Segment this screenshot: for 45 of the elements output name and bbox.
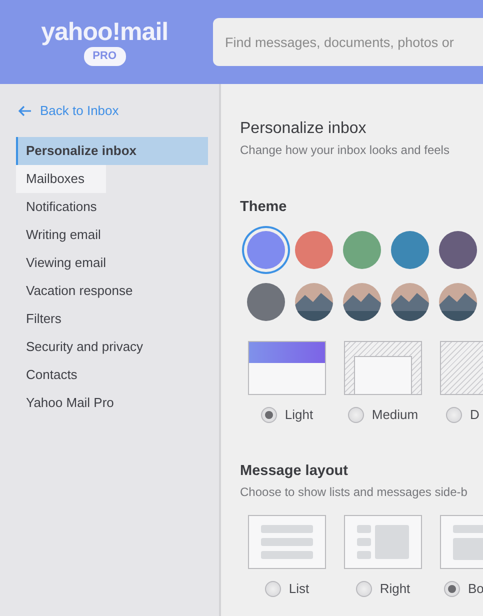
sidebar-item[interactable]: Personalize inbox xyxy=(16,137,208,165)
right-layout-preview[interactable] xyxy=(344,515,422,569)
list-layout-preview[interactable] xyxy=(248,515,326,569)
theme-photo-swatch[interactable] xyxy=(295,282,333,321)
theme-photo-swatch[interactable] xyxy=(391,282,429,321)
sidebar-item[interactable]: Viewing email xyxy=(16,249,219,277)
radio-button[interactable] xyxy=(356,580,372,597)
theme-swatch[interactable] xyxy=(247,230,285,269)
pro-badge: PRO xyxy=(84,47,126,66)
radio-button[interactable] xyxy=(444,580,460,597)
theme-swatch[interactable] xyxy=(295,230,333,269)
radio-button[interactable] xyxy=(446,406,462,422)
sidebar-item[interactable]: Notifications xyxy=(16,193,219,221)
page-title: Personalize inbox xyxy=(240,119,368,139)
theme-swatch[interactable] xyxy=(247,282,285,321)
radio-button[interactable] xyxy=(348,406,364,422)
section-heading: Message layout xyxy=(240,462,349,482)
logo-wordmark: yahoo!mail xyxy=(41,20,168,45)
sidebar-item[interactable]: Writing email xyxy=(16,221,219,249)
sidebar-item[interactable]: Security and privacy xyxy=(16,333,219,361)
theme-photo-swatch[interactable] xyxy=(343,282,381,321)
radio-label: Light xyxy=(284,406,314,424)
radio-label: List xyxy=(288,580,310,598)
medium-theme-preview[interactable] xyxy=(344,340,422,395)
theme-photo-swatch[interactable] xyxy=(439,282,477,321)
section-subtitle: Choose to show lists and messages side-b xyxy=(240,484,468,501)
back-arrow-icon xyxy=(18,105,32,117)
radio-label: D xyxy=(470,406,480,424)
sidebar-item[interactable]: Yahoo Mail Pro xyxy=(16,389,219,417)
sidebar-item[interactable]: Mailboxes xyxy=(16,165,106,193)
sidebar-item[interactable]: Contacts xyxy=(16,361,219,389)
theme-swatch[interactable] xyxy=(439,230,477,269)
section-heading: Theme xyxy=(240,198,288,217)
radio-label: Bo xyxy=(468,580,483,598)
radio-button[interactable] xyxy=(260,406,277,422)
radio-label: Medium xyxy=(372,406,418,424)
light-theme-preview[interactable] xyxy=(248,340,326,395)
sidebar-item[interactable]: Filters xyxy=(16,305,219,333)
page-subtitle: Change how your inbox looks and feels xyxy=(240,142,450,159)
sidebar-item[interactable]: Vacation response xyxy=(16,277,219,305)
theme-swatch[interactable] xyxy=(391,230,429,269)
radio-label: Right xyxy=(380,580,410,598)
theme-swatch[interactable] xyxy=(343,230,381,269)
radio-button[interactable] xyxy=(264,580,281,597)
search-field[interactable]: Find messages, documents, photos or xyxy=(213,18,483,66)
